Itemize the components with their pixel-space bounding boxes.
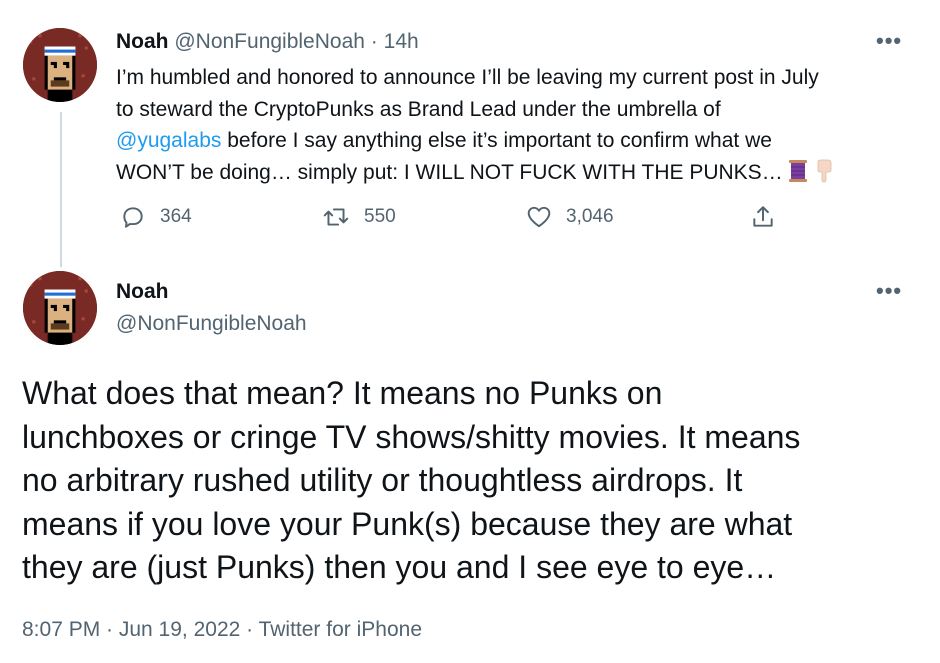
tweet-text-line: means if you love your Punk(s) because t… xyxy=(22,505,793,542)
tweet-text-line: @yugalabs before I say anything else it’… xyxy=(116,125,916,157)
reply-count: 364 xyxy=(160,206,192,227)
thread-connector-line xyxy=(60,112,62,267)
tweet-time[interactable]: 14h xyxy=(384,30,419,53)
tweet-text: I’m humbled and honored to announce I’ll… xyxy=(116,62,916,192)
share-icon xyxy=(753,206,773,227)
tweet-text-line: lunchboxes or cringe TV shows/shitty mov… xyxy=(22,418,801,455)
header-separator: · xyxy=(370,30,378,53)
author-name-text: Noah xyxy=(116,280,169,303)
reply-button[interactable]: 364 xyxy=(120,204,192,230)
spool-of-thread-icon xyxy=(787,159,809,193)
tweet-text-line: to steward the CryptoPunks as Brand Lead… xyxy=(116,97,721,121)
more-options-button[interactable]: ••• xyxy=(876,30,902,52)
mention-link[interactable]: @yugalabs xyxy=(116,129,221,152)
tweet-text-line: they are (just Punks) then you and I see… xyxy=(22,549,777,585)
like-button[interactable]: 3,046 xyxy=(526,204,614,230)
retweet-button[interactable]: 550 xyxy=(322,204,396,230)
pointing-down-icon xyxy=(813,159,835,193)
tweet-text-segment: WON’T be doing… simply put: I WILL NOT F… xyxy=(116,160,783,184)
retweet-count: 550 xyxy=(364,206,396,227)
tweet-text-segment: before I say anything else it’s importan… xyxy=(221,129,772,152)
author-handle-text: @NonFungibleNoah xyxy=(116,312,307,335)
author-name[interactable]: Noah xyxy=(116,280,169,304)
share-button[interactable] xyxy=(750,204,790,230)
retweet-icon xyxy=(323,208,349,226)
tweet-text-line: WON’T be doing… simply put: I WILL NOT F… xyxy=(116,157,916,193)
author-handle[interactable]: @NonFungibleNoah xyxy=(116,312,307,336)
punk-avatar-icon xyxy=(23,28,97,102)
like-count: 3,046 xyxy=(566,206,614,227)
tweet-text-line: no arbitrary rushed utility or thoughtle… xyxy=(22,462,743,498)
heart-icon xyxy=(527,206,551,228)
avatar[interactable] xyxy=(23,28,97,102)
tweet-text-line: I’m humbled and honored to announce I’ll… xyxy=(116,66,819,89)
tweet-text: What does that mean? It means no Punks o… xyxy=(22,372,922,590)
reply-icon xyxy=(123,207,143,228)
tweet-header: Noah @NonFungibleNoah · 14h xyxy=(116,30,419,54)
avatar[interactable] xyxy=(23,271,97,345)
author-handle[interactable]: @NonFungibleNoah xyxy=(174,30,365,53)
tweet-text-line: What does that mean? It means no Punks o… xyxy=(22,375,663,411)
punk-avatar-icon xyxy=(23,271,97,345)
more-options-button[interactable]: ••• xyxy=(876,280,902,302)
tweet-timestamp[interactable]: 8:07 PM · Jun 19, 2022 · Twitter for iPh… xyxy=(22,618,422,642)
author-name[interactable]: Noah xyxy=(116,30,169,53)
